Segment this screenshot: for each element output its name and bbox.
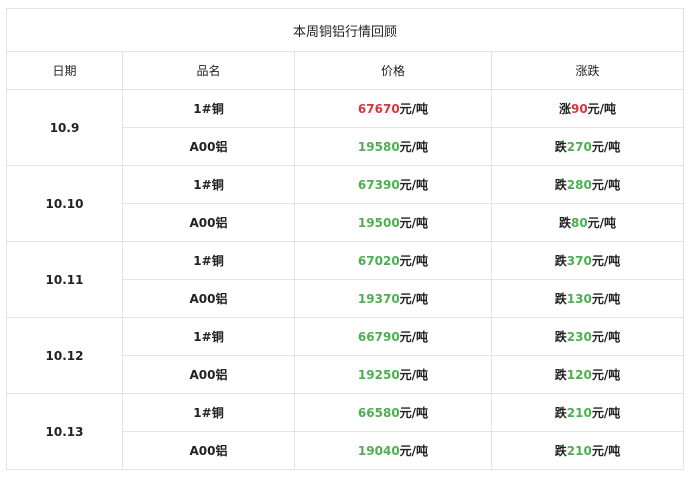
header-price: 价格 [294, 51, 492, 90]
product-name-cell: A00铝 [122, 127, 295, 166]
change-cell: 跌280元/吨 [490, 165, 685, 204]
change-unit: 元/吨 [591, 140, 621, 154]
price-cell: 67020元/吨 [294, 241, 492, 280]
change-direction: 跌 [554, 368, 567, 382]
date-cell: 10.10 [6, 165, 123, 242]
product-name-cell: A00铝 [122, 431, 295, 470]
table-body: 10.9 1#铜 67670元/吨 涨90元/吨 A00铝 19580元/吨 跌270元/吨… [6, 89, 685, 470]
change-direction: 跌 [558, 216, 571, 230]
change-value: 120 [566, 368, 592, 382]
product-name-cell: A00铝 [122, 203, 295, 242]
price-unit: 元/吨 [399, 178, 429, 192]
change-cell: 跌230元/吨 [490, 317, 685, 356]
change-unit: 元/吨 [591, 292, 621, 306]
change-cell: 跌210元/吨 [490, 393, 685, 432]
date-cell: 10.9 [6, 89, 123, 166]
price-cell: 66790元/吨 [294, 317, 492, 356]
price-value: 66580 [357, 406, 400, 420]
price-unit: 元/吨 [399, 102, 429, 116]
price-value: 19040 [357, 444, 400, 458]
change-value: 210 [566, 406, 592, 420]
change-value: 90 [570, 102, 588, 116]
price-unit: 元/吨 [399, 292, 429, 306]
change-direction: 跌 [554, 140, 567, 154]
price-cell: 19040元/吨 [294, 431, 492, 470]
price-unit: 元/吨 [399, 140, 429, 154]
table-row: 10.9 1#铜 67670元/吨 涨90元/吨 [6, 89, 685, 166]
change-unit: 元/吨 [587, 216, 617, 230]
change-unit: 元/吨 [591, 254, 621, 268]
price-cell: 19250元/吨 [294, 355, 492, 394]
header-date: 日期 [6, 51, 123, 90]
change-cell: 跌210元/吨 [490, 431, 685, 470]
price-cell: 19500元/吨 [294, 203, 492, 242]
price-unit: 元/吨 [399, 216, 429, 230]
change-direction: 跌 [554, 406, 567, 420]
price-cell: 67670元/吨 [294, 89, 492, 128]
header-change: 涨跌 [490, 51, 685, 90]
price-cell: 66580元/吨 [294, 393, 492, 432]
change-value: 230 [566, 330, 592, 344]
change-unit: 元/吨 [591, 178, 621, 192]
price-value: 19370 [357, 292, 400, 306]
price-value: 67670 [357, 102, 400, 116]
change-direction: 跌 [554, 330, 567, 344]
change-cell: 跌80元/吨 [490, 203, 685, 242]
price-value: 66790 [357, 330, 400, 344]
product-name-cell: 1#铜 [122, 165, 295, 204]
change-value: 270 [566, 140, 592, 154]
product-name-cell: 1#铜 [122, 241, 295, 280]
price-value: 67390 [357, 178, 400, 192]
price-value: 19500 [357, 216, 400, 230]
change-direction: 跌 [554, 444, 567, 458]
product-name-cell: A00铝 [122, 355, 295, 394]
product-name-cell: 1#铜 [122, 89, 295, 128]
change-unit: 元/吨 [591, 368, 621, 382]
change-direction: 涨 [558, 102, 571, 116]
change-value: 130 [566, 292, 592, 306]
price-cell: 19370元/吨 [294, 279, 492, 318]
price-unit: 元/吨 [399, 444, 429, 458]
price-table: 本周铜铝行情回顾 日期 品名 价格 涨跌 10.9 1#铜 67670元/吨 涨90元… [5, 8, 685, 470]
price-unit: 元/吨 [399, 406, 429, 420]
change-value: 80 [570, 216, 588, 230]
change-cell: 涨90元/吨 [490, 89, 685, 128]
change-cell: 跌130元/吨 [490, 279, 685, 318]
table-title: 本周铜铝行情回顾 [5, 8, 685, 52]
table-row: 10.13 1#铜 66580元/吨 跌210元/吨 [6, 393, 685, 470]
change-unit: 元/吨 [591, 406, 621, 420]
date-cell: 10.11 [6, 241, 123, 318]
change-cell: 跌270元/吨 [490, 127, 685, 166]
price-value: 19580 [357, 140, 400, 154]
date-cell: 10.13 [6, 393, 123, 470]
change-unit: 元/吨 [591, 444, 621, 458]
change-direction: 跌 [554, 254, 567, 268]
product-name-cell: 1#铜 [122, 393, 295, 432]
change-value: 210 [566, 444, 592, 458]
price-value: 67020 [357, 254, 400, 268]
price-unit: 元/吨 [399, 368, 429, 382]
change-direction: 跌 [554, 178, 567, 192]
product-name-cell: A00铝 [122, 279, 295, 318]
price-cell: 67390元/吨 [294, 165, 492, 204]
date-cell: 10.12 [6, 317, 123, 394]
price-unit: 元/吨 [399, 330, 429, 344]
price-unit: 元/吨 [399, 254, 429, 268]
table-row: 10.12 1#铜 66790元/吨 跌230元/吨 [6, 317, 685, 394]
header-product: 品名 [122, 51, 295, 90]
change-cell: 跌370元/吨 [490, 241, 685, 280]
price-value: 19250 [357, 368, 400, 382]
change-unit: 元/吨 [587, 102, 617, 116]
change-value: 280 [566, 178, 592, 192]
product-name-cell: 1#铜 [122, 317, 295, 356]
change-direction: 跌 [554, 292, 567, 306]
price-cell: 19580元/吨 [294, 127, 492, 166]
price-review-panel: 本周铜铝行情回顾 日期 品名 价格 涨跌 10.9 1#铜 67670元/吨 涨90元… [5, 8, 685, 470]
change-cell: 跌120元/吨 [490, 355, 685, 394]
table-row: 10.10 1#铜 67390元/吨 跌280元/吨 [6, 165, 685, 242]
table-row: 10.11 1#铜 67020元/吨 跌370元/吨 [6, 241, 685, 318]
change-value: 370 [566, 254, 592, 268]
change-unit: 元/吨 [591, 330, 621, 344]
